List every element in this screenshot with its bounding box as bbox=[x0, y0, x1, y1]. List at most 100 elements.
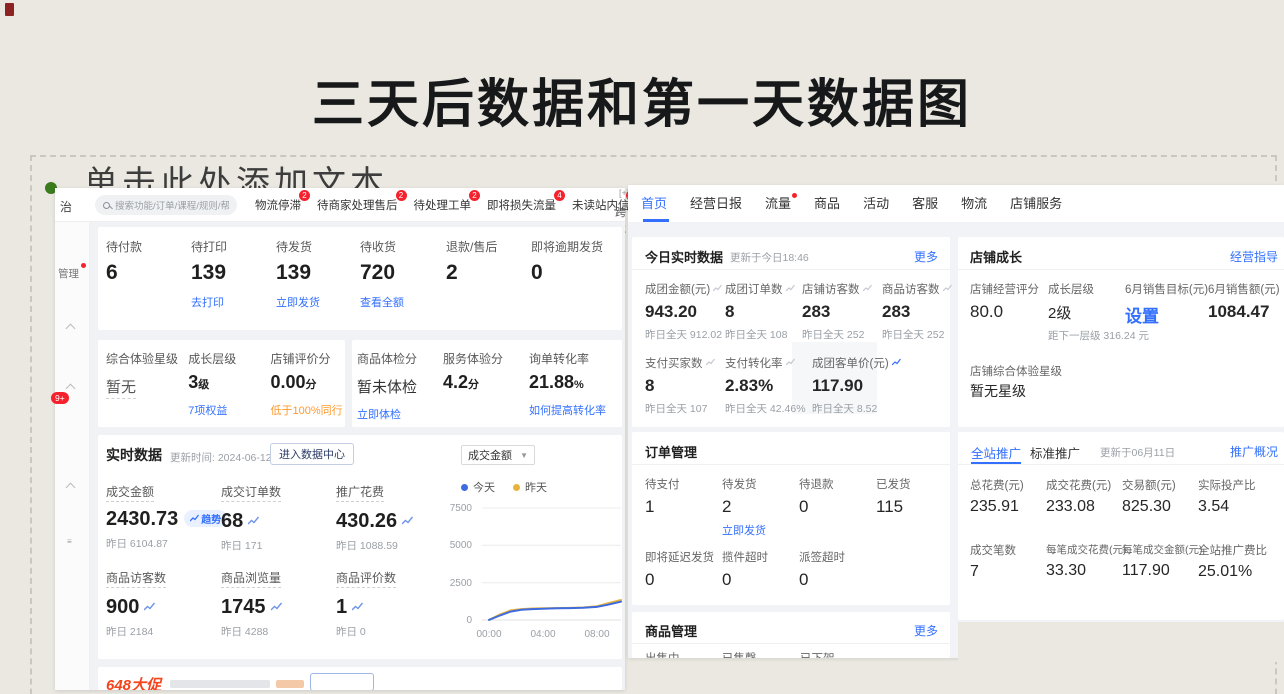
metric-shop-score: 店铺经营评分 80.0 bbox=[970, 281, 1048, 343]
metric-sales-target: 6月销售目标(元) 设置 bbox=[1125, 281, 1208, 343]
metric-to-print: 待打印 139 去打印 bbox=[191, 238, 276, 310]
ship-now-link[interactable]: 立即发货 bbox=[276, 294, 360, 310]
metric-shop-rating: 店铺评价分 0.00分 低于100%同行 bbox=[271, 350, 346, 418]
metric-amount-per-deal: 每笔成交金额(元) 117.90 bbox=[1122, 542, 1198, 581]
chevron-up-icon[interactable] bbox=[66, 384, 76, 394]
menu-item-pending-ticket[interactable]: 待处理工单2 bbox=[414, 197, 472, 213]
today-card-updated: 更新于今日18:46 bbox=[730, 250, 809, 265]
metric-product-check: 商品体检分 暂未体检 立即体检 bbox=[357, 350, 443, 422]
improve-conversion-link[interactable]: 如何提高转化率 bbox=[529, 402, 619, 418]
x-tick: 00:00 bbox=[469, 629, 509, 640]
mini-trend-icon bbox=[706, 357, 715, 369]
promo-overview-link[interactable]: 推广概况 bbox=[1230, 443, 1278, 460]
trend-icon[interactable] bbox=[352, 594, 363, 617]
product-management-card: 商品管理 更多 出售中 已售罄 已下架 bbox=[632, 612, 950, 658]
badge-count: 2 bbox=[299, 190, 310, 201]
check-now-link[interactable]: 立即体检 bbox=[357, 406, 443, 422]
red-dot bbox=[792, 193, 797, 198]
trend-icon[interactable] bbox=[248, 508, 259, 531]
chevron-up-icon[interactable] bbox=[66, 324, 76, 334]
trend-icon[interactable] bbox=[271, 594, 282, 617]
ship-now-link-r[interactable]: 立即发货 bbox=[722, 522, 799, 538]
badge-count: 2 bbox=[469, 190, 480, 201]
right-dashboard: 首页 经营日报 流量 商品 活动 客服 物流 店铺服务 今日实时数据 更新于今日… bbox=[628, 185, 1284, 658]
sidebar-glyph: ≡ bbox=[67, 537, 72, 546]
tab-shop-services[interactable]: 店铺服务 bbox=[1010, 185, 1062, 222]
search-placeholder: 搜索功能/订单/课程/规则/帮助/服务 bbox=[115, 198, 229, 212]
data-center-button[interactable]: 进入数据中心 bbox=[270, 443, 354, 465]
sidebar-count-badge: 9+ bbox=[51, 392, 69, 404]
mini-trend-icon-blue bbox=[892, 357, 901, 369]
tab-home[interactable]: 首页 bbox=[641, 185, 667, 222]
metric-transaction-amount: 交易额(元) 825.30 bbox=[1122, 477, 1198, 516]
tab-daily-report[interactable]: 经营日报 bbox=[690, 185, 742, 222]
today-more-link[interactable]: 更多 bbox=[914, 248, 938, 265]
products-more-link[interactable]: 更多 bbox=[914, 622, 938, 639]
metric-pending-payment: 待付款 6 bbox=[106, 238, 191, 310]
orders-row-1: 待支付 1 待发货 2 立即发货 待退款 0 已发货 115 bbox=[645, 476, 946, 538]
trend-icon bbox=[190, 514, 199, 522]
benefits-link[interactable]: 7项权益 bbox=[188, 402, 270, 418]
metric-inquiry-conversion: 询单转化率 21.88% 如何提高转化率 bbox=[529, 350, 619, 422]
search-input[interactable]: 搜索功能/订单/课程/规则/帮助/服务 bbox=[95, 195, 237, 215]
realtime-card: 实时数据 更新时间: 2024-06-12 15:50:40 进入数据中心 成交… bbox=[98, 435, 622, 659]
corner-logo-mark bbox=[5, 3, 14, 16]
menu-item-pending-aftersale[interactable]: 待商家处理售后2 bbox=[317, 197, 398, 213]
tab-sitewide-promo[interactable]: 全站推广 bbox=[971, 443, 1021, 462]
realtime-title: 实时数据 bbox=[106, 445, 162, 465]
metric-shop-visitors: 店铺访客数 283 昨日全天 252 bbox=[802, 281, 882, 342]
legend-yesterday[interactable]: 昨天 bbox=[513, 479, 547, 495]
metric-promo-fee-ratio: 全站推广费比 25.01% bbox=[1198, 542, 1278, 581]
tab-logistics[interactable]: 物流 bbox=[961, 185, 987, 222]
metric-spend-per-deal: 每笔成交花费(元) 33.30 bbox=[1046, 542, 1122, 581]
set-target-link[interactable]: 设置 bbox=[1125, 302, 1208, 327]
promo-text-redacted bbox=[170, 680, 270, 688]
tab-standard-promo[interactable]: 标准推广 bbox=[1030, 443, 1080, 462]
metric-delay-shipment: 即将延迟发货 0 bbox=[645, 549, 722, 590]
menu-item-logistics-stalled[interactable]: 物流停滞2 bbox=[255, 197, 301, 213]
tab-activities[interactable]: 活动 bbox=[863, 185, 889, 222]
metric-roi: 实际投产比 3.54 bbox=[1198, 477, 1278, 516]
metric-gmv: 成交金额 2430.73趋势 昨日 6104.87 bbox=[106, 483, 221, 553]
chevron-up-icon[interactable] bbox=[66, 483, 76, 493]
realtime-row-2: 商品访客数 900 昨日 2184 商品浏览量 1745 昨日 4288 商品评… bbox=[106, 569, 451, 639]
go-print-link[interactable]: 去打印 bbox=[191, 294, 276, 310]
growth-row: 店铺经营评分 80.0 成长层级 2级 距下一层级 316.24 元 6月销售目… bbox=[970, 281, 1284, 343]
sidebar-item-manage[interactable]: 管理 bbox=[58, 266, 79, 281]
trend-icon[interactable] bbox=[144, 594, 155, 617]
metric-overdue-ship: 即将逾期发货 0 bbox=[531, 238, 621, 310]
metric-paying-buyers: 支付买家数 8 昨日全天 107 bbox=[645, 355, 725, 416]
today-realtime-card: 今日实时数据 更新于今日18:46 更多 成团金额(元) 943.20 昨日全天… bbox=[632, 237, 950, 427]
menu-item-traffic-loss[interactable]: 即将损失流量4 bbox=[487, 197, 556, 213]
metric-growth-level: 成长层级 3级 7项权益 bbox=[188, 350, 270, 418]
x-tick: 08:00 bbox=[577, 629, 617, 640]
metric-month-sales: 6月销售额(元) 1084.47 bbox=[1208, 281, 1284, 343]
view-all-link[interactable]: 查看全额 bbox=[360, 294, 446, 310]
metric-group-orders: 成团订单数 8 昨日全天 108 bbox=[725, 281, 802, 342]
metric-pickup-timeout: 揽件超时 0 bbox=[722, 549, 799, 590]
metric-star-level: 综合体验星级 暂无 bbox=[106, 350, 188, 418]
badge-count: 4 bbox=[554, 190, 565, 201]
promotion-updated: 更新于06月11日 bbox=[1100, 445, 1175, 460]
metric-group-gmv: 成团金额(元) 943.20 昨日全天 912.02 bbox=[645, 281, 725, 342]
promo-button[interactable] bbox=[310, 673, 374, 690]
orders-card-title: 订单管理 bbox=[645, 442, 697, 461]
business-guide-link[interactable]: 经营指导 bbox=[1230, 248, 1278, 265]
below-peers-link[interactable]: 低于100%同行 bbox=[271, 402, 346, 418]
tab-traffic[interactable]: 流量 bbox=[765, 185, 791, 222]
chart-metric-select[interactable]: 成交金额▼ bbox=[461, 445, 535, 465]
growth-card-title: 店铺成长 bbox=[970, 247, 1022, 266]
metric-shipped: 已发货 115 bbox=[876, 476, 946, 538]
tab-products[interactable]: 商品 bbox=[814, 185, 840, 222]
metric-total-spend: 总花费(元) 235.91 bbox=[970, 477, 1046, 516]
metric-product-visitors: 商品访客数 900 昨日 2184 bbox=[106, 569, 221, 639]
metric-to-receive: 待收货 720 查看全额 bbox=[360, 238, 446, 310]
trend-icon[interactable] bbox=[402, 508, 413, 531]
todo-metrics-card: 待付款 6 待打印 139 去打印 待发货 139 立即发货 待收货 bbox=[98, 227, 622, 330]
promotion-card: 全站推广 标准推广 更新于06月11日 推广概况 总花费(元) 235.91 成… bbox=[958, 432, 1284, 620]
legend-today[interactable]: 今天 bbox=[461, 479, 495, 495]
tab-service[interactable]: 客服 bbox=[912, 185, 938, 222]
metric-refund-aftersale: 退款/售后 2 bbox=[446, 238, 531, 310]
metric-order-count: 成交订单数 68 昨日 171 bbox=[221, 483, 336, 553]
left-topbar: 治 搜索功能/订单/课程/规则/帮助/服务 物流停滞2 待商家处理售后2 待处理… bbox=[55, 188, 625, 222]
